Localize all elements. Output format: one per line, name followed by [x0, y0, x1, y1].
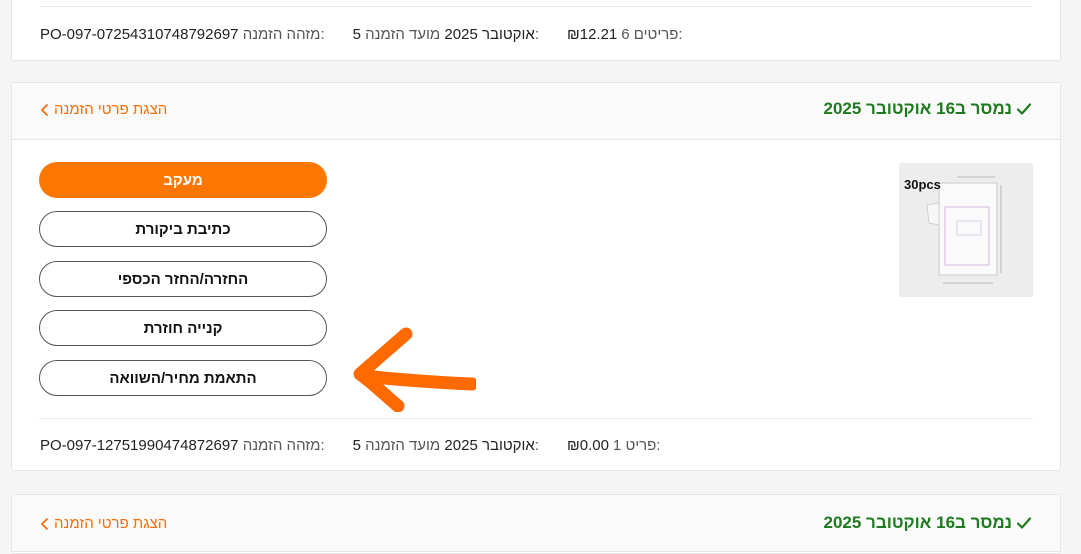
order-date: 5 אוקטובר 2025 מועד הזמנה: — [353, 26, 539, 43]
item-count: 6 פריטים: — [621, 25, 683, 43]
order-header: נמסר ב16 אוקטובר 2025 הצגת פרטי הזמנה — [12, 495, 1060, 552]
order-date: 5 אוקטובר 2025 מועד הזמנה: — [353, 437, 539, 454]
delivery-status: נמסר ב16 אוקטובר 2025 — [824, 513, 1033, 533]
return-refund-button[interactable]: החזרה/החזר הכספי — [39, 261, 327, 297]
order-id: PO-097-07254310748792697 מזהה הזמנה: — [40, 26, 325, 43]
delivery-status-text: נמסר ב16 אוקטובר 2025 — [823, 513, 1013, 532]
order-card-next: נמסר ב16 אוקטובר 2025 הצגת פרטי הזמנה — [11, 494, 1061, 554]
divider — [40, 6, 1032, 7]
check-icon — [1016, 517, 1032, 529]
order-total: ₪12.21 — [566, 25, 618, 43]
chevron-left-icon — [41, 517, 48, 530]
order-id-value: PO-097-07254310748792697 — [40, 25, 239, 43]
check-icon — [1016, 103, 1032, 115]
order-card-previous: PO-097-07254310748792697 מזהה הזמנה: 5 א… — [11, 0, 1061, 61]
order-card: נמסר ב16 אוקטובר 2025 הצגת פרטי הזמנה 30… — [11, 82, 1061, 471]
order-id: PO-097-12751990474872697 מזהה הזמנה: — [40, 437, 325, 454]
product-thumbnail-text: 30pcs — [904, 177, 941, 192]
view-order-details-link[interactable]: הצגת פרטי הזמנה — [40, 515, 167, 532]
delivery-status: נמסר ב16 אוקטובר 2025 — [824, 99, 1033, 119]
chevron-left-icon — [41, 103, 48, 116]
buy-again-button[interactable]: קנייה חוזרת — [39, 310, 327, 346]
order-summary-row: PO-097-12751990474872697 מזהה הזמנה: 5 א… — [40, 433, 1032, 457]
view-order-details-label: הצגת פרטי הזמנה — [54, 515, 168, 532]
track-button[interactable]: מעקב — [39, 162, 327, 198]
order-id-value: PO-097-12751990474872697 — [40, 436, 239, 454]
order-header: נמסר ב16 אוקטובר 2025 הצגת פרטי הזמנה — [12, 83, 1060, 140]
price-match-button[interactable]: התאמת מחיר/השוואה — [39, 360, 327, 396]
order-id-label: מזהה הזמנה: — [242, 25, 325, 43]
item-count: 1 פריט: — [612, 436, 661, 454]
view-order-details-label: הצגת פרטי הזמנה — [54, 101, 168, 118]
write-review-button[interactable]: כתיבת ביקורת — [39, 211, 327, 247]
order-summary-row: PO-097-07254310748792697 מזהה הזמנה: 5 א… — [40, 22, 1032, 46]
delivery-status-text: נמסר ב16 אוקטובר 2025 — [823, 99, 1013, 118]
view-order-details-link[interactable]: הצגת פרטי הזמנה — [40, 101, 167, 118]
order-total: ₪0.00 — [566, 436, 609, 454]
divider — [39, 418, 1033, 419]
annotation-arrow-icon — [353, 327, 476, 412]
order-id-label: מזהה הזמנה: — [242, 436, 325, 454]
product-thumbnail[interactable]: 30pcs — [899, 163, 1033, 297]
